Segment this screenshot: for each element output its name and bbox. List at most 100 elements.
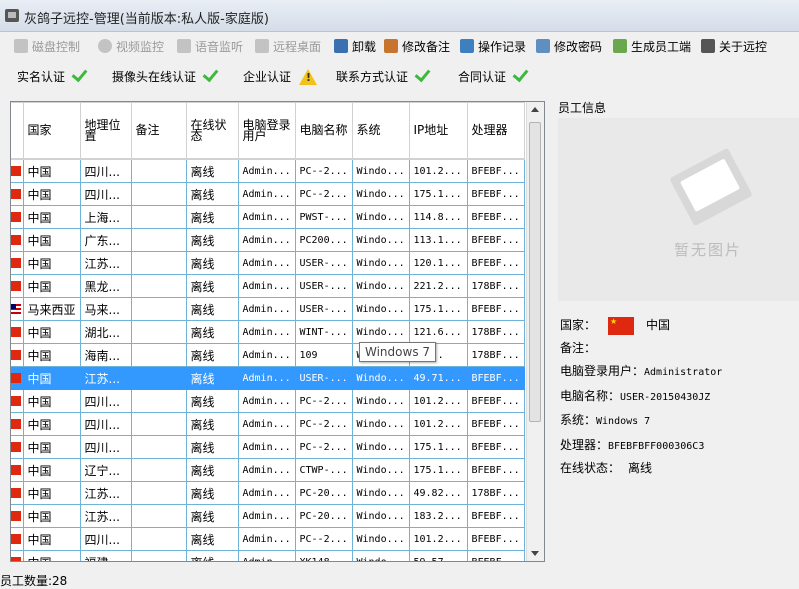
china-flag-icon xyxy=(11,487,21,498)
column-header-ip[interactable]: IP地址 xyxy=(408,102,468,160)
change-password-button[interactable]: 修改密码 xyxy=(536,37,602,55)
table-row[interactable]: 中国 湖北... 离线 Admin... WINT-... Windo... 121.6..… xyxy=(11,320,525,344)
cert-enterprise: 企业认证 xyxy=(243,68,318,85)
scrollbar-thumb[interactable] xyxy=(529,122,541,422)
uninstall-button[interactable]: 卸载 xyxy=(334,37,376,55)
table-cell: 175.1... xyxy=(408,297,468,321)
table-cell: 江苏... xyxy=(79,251,132,275)
remote-desktop-button[interactable]: 远程桌面 xyxy=(255,37,321,55)
table-cell: Admin... xyxy=(237,158,296,183)
table-cell: 中国 xyxy=(22,366,81,390)
table-cell: 中国 xyxy=(22,550,81,561)
vertical-scrollbar[interactable] xyxy=(526,102,544,561)
table-cell: 221.2... xyxy=(408,274,468,298)
table-row[interactable]: 中国 黑龙... 离线 Admin... USER-... Windo... 221.2..… xyxy=(11,274,525,298)
info-computer-name: 电脑名称：USER-20150430JZ xyxy=(560,389,711,403)
certification-bar: 实名认证 摄像头在线认证 企业认证 联系方式认证 合同认证 xyxy=(0,62,799,90)
column-header-cpu[interactable]: 处理器 xyxy=(466,102,525,160)
check-icon xyxy=(512,65,529,83)
table-cell: BFEBF... xyxy=(466,527,525,551)
table-cell: PWST-... xyxy=(294,205,353,229)
column-header-login-user[interactable]: 电脑登录用户 xyxy=(237,102,296,160)
table-row[interactable]: 中国 江苏... 离线 Admin... PC-20... Windo... 183.2..… xyxy=(11,504,525,528)
table-cell: BFEBF... xyxy=(466,412,525,436)
table-cell: 广东... xyxy=(79,228,132,252)
table-row[interactable]: 中国 江苏... 离线 Admin... USER-... Windo... 49.71..… xyxy=(11,366,525,390)
china-flag-icon xyxy=(11,418,21,429)
scroll-down-icon[interactable] xyxy=(531,551,539,556)
table-cell: Admin... xyxy=(237,527,296,551)
table-row[interactable]: 中国 四川... 离线 Admin... PC--2... Windo... 175.1..… xyxy=(11,182,525,206)
table-cell: Admin... xyxy=(237,435,296,459)
disk-control-button[interactable]: 磁盘控制 xyxy=(14,37,80,55)
disk-icon xyxy=(14,39,28,53)
cert-contact: 联系方式认证 xyxy=(336,65,431,85)
table-cell: 江苏... xyxy=(79,366,132,390)
table-row[interactable]: 中国 四川... 离线 Admin... PC--2... Windo... 101.2..… xyxy=(11,527,525,551)
column-header-location[interactable]: 地理位置 xyxy=(79,102,132,160)
table-cell xyxy=(130,228,187,252)
table-cell: 178BF... xyxy=(466,274,525,298)
generate-client-button[interactable]: 生成员工端 xyxy=(613,37,691,55)
operation-log-button[interactable]: 操作记录 xyxy=(460,37,526,55)
table-row[interactable]: 中国 四川... 离线 Admin... PC--2... Windo... 101.2..… xyxy=(11,412,525,436)
table-row[interactable]: 中国 四川... 离线 Admin... PC--2... Windo... 101.2..… xyxy=(11,389,525,413)
table-cell: Windo... xyxy=(351,274,410,298)
table-cell: 59.57 xyxy=(408,550,468,561)
table-row[interactable]: 中国 江苏... 离线 Admin... PC-20... Windo... 49.82..… xyxy=(11,481,525,505)
table-cell xyxy=(130,550,187,561)
column-header-status[interactable]: 在线状态 xyxy=(185,102,239,160)
table-row[interactable]: 马来西亚 马来... 离线 Admin... USER-... Windo... 175.1… xyxy=(11,297,525,321)
table-row[interactable]: 中国福建 离线AdminXK148Windo59.57BFEBF xyxy=(11,550,525,561)
table-cell: WINT-... xyxy=(294,320,353,344)
cert-real-name: 实名认证 xyxy=(17,65,88,85)
about-button[interactable]: 关于远控 xyxy=(701,37,767,55)
table-row[interactable]: 中国 辽宁... 离线 Admin... CTWP-... Windo... 175.1..… xyxy=(11,458,525,482)
table-cell: 114.8... xyxy=(408,205,468,229)
table-cell: 离线 xyxy=(185,343,239,367)
table-cell: 辽宁... xyxy=(79,458,132,482)
table-cell: 江苏... xyxy=(79,481,132,505)
column-header-country[interactable]: 国家 xyxy=(22,102,81,160)
table-cell xyxy=(130,251,187,275)
table-cell: 中国 xyxy=(22,205,81,229)
app-icon xyxy=(5,9,19,22)
video-monitor-button[interactable]: 视频监控 xyxy=(98,37,164,55)
edit-note-button[interactable]: 修改备注 xyxy=(384,37,450,55)
table-cell: Admin... xyxy=(237,297,296,321)
table-row[interactable]: 中国海南...离线Admin...109Windo...49...178BF..… xyxy=(11,343,525,367)
table-cell: Windo... xyxy=(351,320,410,344)
table-row[interactable]: 中国 四川... 离线 Admin... PC--2... Windo... 101.2..… xyxy=(11,158,525,183)
table-cell: 离线 xyxy=(185,274,239,298)
table-cell: Windo... xyxy=(351,228,410,252)
table-cell: Admin... xyxy=(237,274,296,298)
table-cell: BFEBF... xyxy=(466,504,525,528)
employee-info-title: 员工信息 xyxy=(558,101,607,115)
scroll-up-icon[interactable] xyxy=(531,107,539,112)
table-body: 中国 四川... 离线 Admin... PC--2... Windo... 101.2..… xyxy=(11,158,525,561)
malaysia-flag-icon xyxy=(11,303,21,314)
table-cell: 离线 xyxy=(185,389,239,413)
table-cell: PC200... xyxy=(294,228,353,252)
table-cell: PC--2... xyxy=(294,158,353,183)
table-row[interactable]: 中国 江苏... 离线 Admin... USER-... Windo... 120.1..… xyxy=(11,251,525,275)
table-row[interactable]: 中国 上海... 离线 Admin... PWST-... Windo... 114.8..… xyxy=(11,205,525,229)
table-cell xyxy=(130,435,187,459)
table-cell: 离线 xyxy=(185,550,239,561)
table-cell: 175.1... xyxy=(408,458,468,482)
log-icon xyxy=(460,39,474,53)
table-cell: 183.2... xyxy=(408,504,468,528)
table-cell: 中国 xyxy=(22,458,81,482)
column-header-computer-name[interactable]: 电脑名称 xyxy=(294,102,353,160)
column-header-remark[interactable]: 备注 xyxy=(130,102,187,160)
table-cell xyxy=(130,389,187,413)
table-row[interactable]: 中国 四川... 离线 Admin... PC--2... Windo... 175.1..… xyxy=(11,435,525,459)
voice-monitor-button[interactable]: 语音监听 xyxy=(177,37,243,55)
toolbar: 磁盘控制 视频监控 语音监听 远程桌面 卸载 修改备注 操作记录 修改密码 生成… xyxy=(0,32,799,58)
microphone-icon xyxy=(177,39,191,53)
column-header-os[interactable]: 系统 xyxy=(351,102,410,160)
table-row[interactable]: 中国 广东... 离线 Admin... PC200... Windo... 113.1..… xyxy=(11,228,525,252)
info-cpu: 处理器：BFEBFBFF000306C3 xyxy=(560,438,705,452)
table-cell: Windo... xyxy=(351,435,410,459)
employee-table[interactable]: 国家 地理位置 备注 在线状态 电脑登录用户 电脑名称 系统 IP地址 处理器 … xyxy=(10,101,545,562)
